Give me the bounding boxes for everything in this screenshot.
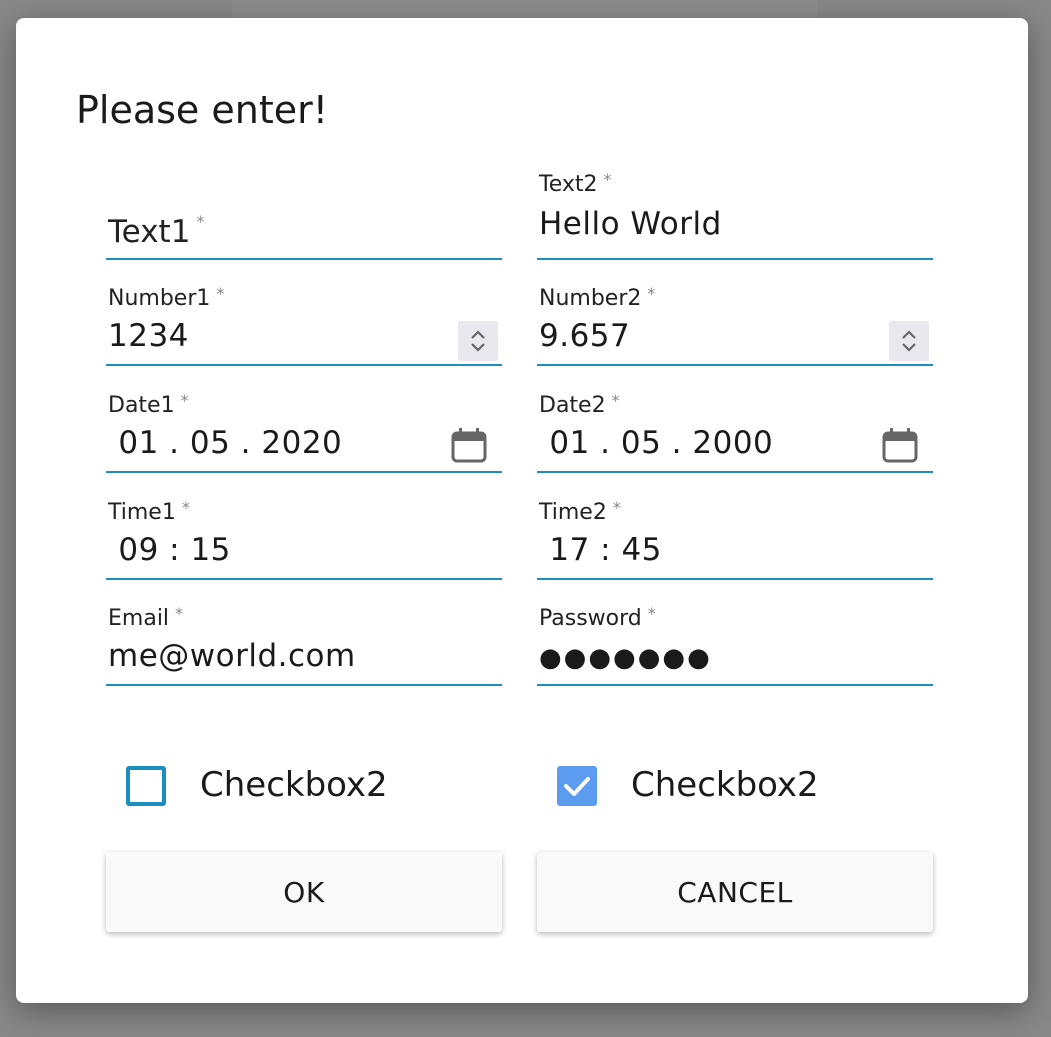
number2-value: 9.657: [539, 318, 631, 354]
number2-field[interactable]: Number2 * 9.657: [537, 276, 933, 366]
time2-label: Time2 *: [539, 498, 621, 525]
backdrop: [232, 0, 818, 18]
time1-label: Time1 *: [108, 498, 190, 525]
date2-label: Date2 *: [539, 391, 620, 418]
checkbox-label: Checkbox2: [200, 765, 388, 805]
check-icon: [564, 777, 590, 796]
number1-value: 1234: [108, 318, 189, 354]
checkbox-row-1[interactable]: Checkbox2: [126, 746, 426, 826]
calendar-icon[interactable]: [881, 427, 919, 465]
email-label: Email *: [108, 604, 184, 631]
time2-field[interactable]: Time2 * 17 : 45: [537, 490, 933, 580]
spinner-icon[interactable]: [889, 321, 929, 361]
checkbox-unchecked[interactable]: [126, 766, 166, 806]
date2-value: 01 . 05 . 2000: [539, 425, 774, 461]
checkbox-label: Checkbox2: [631, 765, 819, 805]
time2-value: 17 : 45: [539, 532, 662, 568]
number2-label: Number2 *: [539, 284, 656, 311]
spinner-icon[interactable]: [458, 321, 498, 361]
checkbox-checked[interactable]: [557, 766, 597, 806]
text1-placeholder-label: Text1 *: [108, 212, 205, 250]
email-value: me@world.com: [108, 638, 356, 674]
text2-label: Text2 *: [539, 170, 612, 197]
ok-button[interactable]: OK: [106, 852, 502, 932]
password-value: ●●●●●●●: [539, 643, 712, 673]
time1-field[interactable]: Time1 * 09 : 15: [106, 490, 502, 580]
text2-field[interactable]: Text2 * Hello World: [537, 170, 933, 260]
date2-field[interactable]: Date2 * 01 . 05 . 2000: [537, 383, 933, 473]
password-field[interactable]: Password * ●●●●●●●: [537, 596, 933, 686]
time1-value: 09 : 15: [108, 532, 231, 568]
calendar-icon[interactable]: [450, 427, 488, 465]
number1-field[interactable]: Number1 * 1234: [106, 276, 502, 366]
password-label: Password *: [539, 604, 656, 631]
date1-field[interactable]: Date1 * 01 . 05 . 2020: [106, 383, 502, 473]
text1-field[interactable]: Text1 *: [106, 170, 502, 260]
date1-value: 01 . 05 . 2020: [108, 425, 343, 461]
date1-label: Date1 *: [108, 391, 189, 418]
input-dialog: Please enter! Text1 * Text2 * Hello World …: [16, 18, 1028, 1003]
text2-value: Hello World: [539, 206, 722, 242]
cancel-button[interactable]: CANCEL: [537, 852, 933, 932]
email-field[interactable]: Email * me@world.com: [106, 596, 502, 686]
checkbox-row-2[interactable]: Checkbox2: [557, 746, 857, 826]
number1-label: Number1 *: [108, 284, 225, 311]
dialog-title: Please enter!: [76, 88, 328, 132]
